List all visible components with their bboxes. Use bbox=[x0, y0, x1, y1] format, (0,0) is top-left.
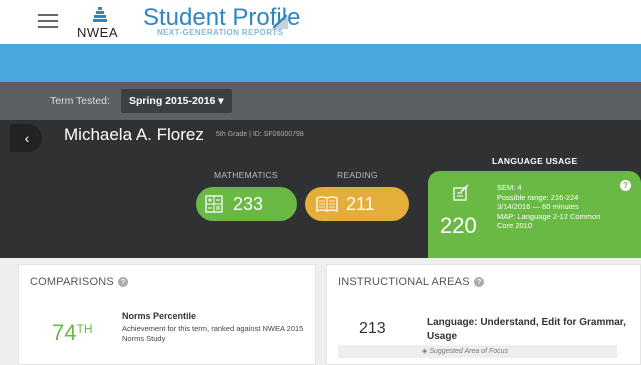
language-usage-label: LANGUAGE USAGE bbox=[492, 156, 578, 166]
reading-label: READING bbox=[337, 170, 378, 180]
page-subtitle: NEXT-GENERATION REPORTS bbox=[157, 28, 284, 37]
menu-icon[interactable] bbox=[38, 14, 58, 28]
chart-graph-icon bbox=[272, 14, 288, 29]
reading-score: 211 bbox=[346, 194, 375, 214]
student-meta: 5th Grade | ID: SF06000798 bbox=[216, 131, 304, 138]
sem-text: SEM: 4 bbox=[497, 183, 522, 192]
chevron-left-icon: ‹ bbox=[24, 130, 30, 146]
range-text: Possible range: 216-224 bbox=[497, 192, 579, 202]
term-select[interactable]: Spring 2015-2016 ▾ bbox=[121, 89, 232, 113]
comparisons-title: COMPARISONS bbox=[30, 276, 114, 288]
student-name: Michaela A. Florez bbox=[64, 125, 204, 144]
norms-title: Norms Percentile bbox=[122, 311, 197, 321]
mathematics-label: MATHEMATICS bbox=[214, 170, 278, 180]
mathematics-score-button[interactable]: 233 bbox=[196, 187, 297, 221]
comparisons-help-icon[interactable]: ? bbox=[118, 277, 128, 287]
language-usage-score: 220 bbox=[440, 213, 477, 238]
map-text-2: Core 2010 bbox=[497, 221, 533, 230]
reading-score-button[interactable]: 211 bbox=[305, 187, 409, 221]
norms-description: Achievement for this term, ranked agains… bbox=[122, 324, 304, 343]
suggested-focus-bar: ◈ Suggested Area of Focus bbox=[338, 345, 617, 358]
instructional-area-title[interactable]: Language: Understand, Edit for Grammar, … bbox=[427, 316, 632, 344]
diamond-icon: ◈ bbox=[422, 348, 428, 355]
instructional-area-score: 213 bbox=[359, 320, 386, 337]
term-label: Term Tested: bbox=[50, 95, 110, 107]
instructional-areas-title: INSTRUCTIONAL AREAS bbox=[338, 276, 470, 288]
map-text: MAP: Language 2-12 Common bbox=[497, 211, 601, 221]
book-icon bbox=[316, 196, 338, 212]
language-usage-details: SEM: 4 Possible range: 216-224 3/14/2016… bbox=[497, 183, 600, 231]
nwea-logo[interactable]: NWEA bbox=[77, 7, 125, 40]
blue-banner bbox=[0, 44, 641, 82]
calculator-icon bbox=[205, 195, 223, 213]
logo-bars-icon bbox=[93, 7, 107, 23]
edit-document-icon bbox=[453, 184, 469, 201]
percentile-number: 74 bbox=[52, 320, 77, 345]
back-button[interactable]: ‹ bbox=[10, 124, 42, 152]
help-icon[interactable]: ? bbox=[620, 180, 631, 191]
norms-percentile-value: 74TH bbox=[52, 320, 92, 346]
instructional-help-icon[interactable]: ? bbox=[474, 277, 484, 287]
suggested-focus-text: Suggested Area of Focus bbox=[429, 348, 509, 355]
date-text: 3/14/2016 — 60 minutes bbox=[497, 202, 579, 211]
logo-text: NWEA bbox=[77, 25, 118, 40]
mathematics-score: 233 bbox=[233, 194, 264, 214]
percentile-suffix: TH bbox=[76, 322, 93, 336]
suggested-focus-label: ◈ Suggested Area of Focus bbox=[422, 347, 508, 355]
